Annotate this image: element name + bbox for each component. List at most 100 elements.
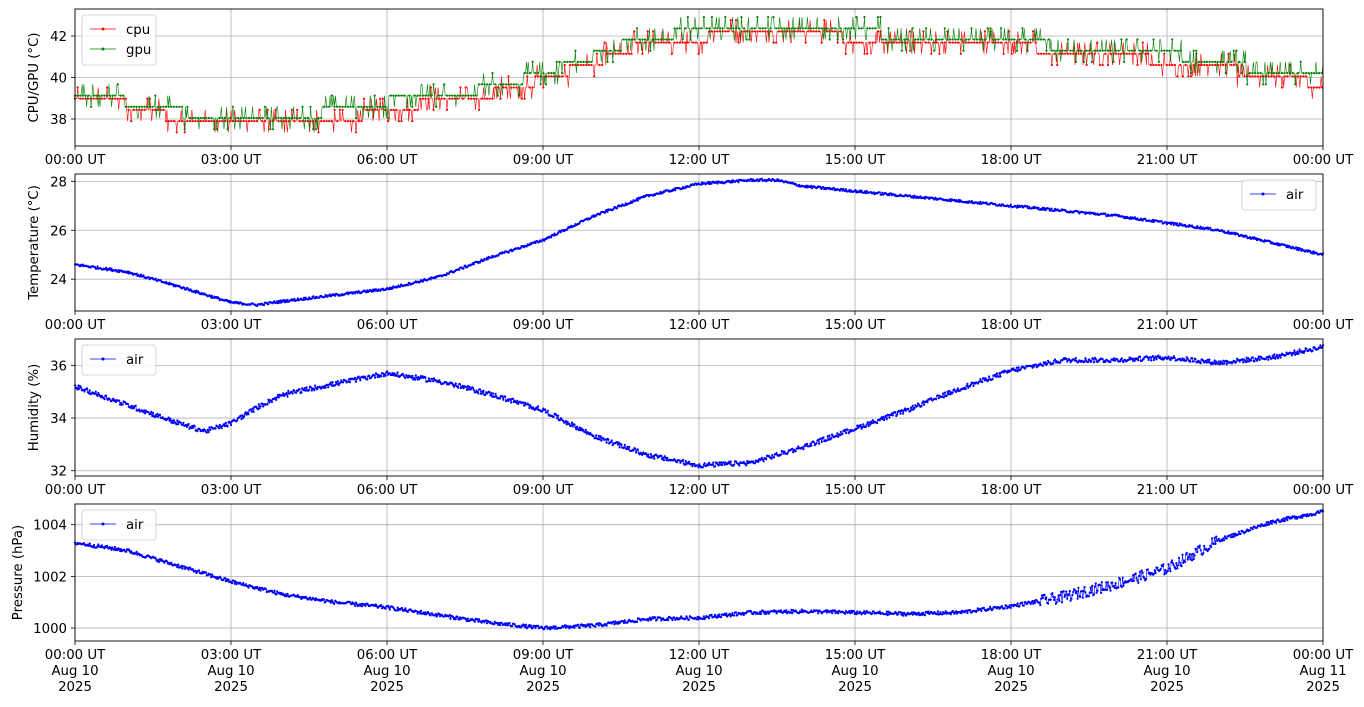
data-point xyxy=(507,75,510,78)
data-point xyxy=(576,623,580,626)
data-point xyxy=(1136,63,1139,67)
data-point xyxy=(322,120,325,123)
data-point xyxy=(737,181,740,184)
data-point xyxy=(837,435,840,438)
data-point xyxy=(75,386,78,389)
data-point xyxy=(623,443,626,446)
data-point xyxy=(158,560,161,564)
data-point xyxy=(530,624,533,627)
data-point xyxy=(919,38,922,41)
data-point xyxy=(1150,359,1153,362)
data-point xyxy=(304,116,307,120)
data-point xyxy=(930,38,933,41)
data-point xyxy=(213,128,216,131)
data-point xyxy=(177,423,180,426)
data-point xyxy=(965,38,968,41)
data-point xyxy=(528,86,532,89)
data-point xyxy=(547,75,550,78)
data-point xyxy=(427,377,430,380)
data-point xyxy=(1085,49,1088,52)
data-point xyxy=(172,105,176,108)
data-point xyxy=(801,30,805,33)
data-point xyxy=(1315,72,1318,75)
data-point xyxy=(404,607,407,610)
data-point xyxy=(864,425,868,428)
data-point xyxy=(1056,49,1059,52)
x-tick-label: 06:00 UT xyxy=(357,318,418,333)
data-point xyxy=(486,258,489,261)
data-point xyxy=(457,386,460,389)
data-point xyxy=(577,60,580,64)
data-point xyxy=(1037,38,1040,41)
data-point xyxy=(643,38,647,41)
data-point xyxy=(315,388,319,391)
data-point xyxy=(1189,72,1193,75)
data-point xyxy=(230,581,234,585)
data-point xyxy=(1040,52,1043,55)
data-point xyxy=(769,27,772,30)
data-point xyxy=(724,30,727,33)
data-point xyxy=(92,94,95,97)
data-point xyxy=(842,41,845,44)
x-tick-label: 18:00 UT xyxy=(981,483,1042,498)
data-point xyxy=(179,421,182,424)
data-point xyxy=(100,394,103,397)
data-point xyxy=(1181,60,1184,64)
data-point xyxy=(966,611,969,615)
data-point xyxy=(172,120,176,123)
data-point xyxy=(570,421,574,424)
data-point xyxy=(558,75,561,78)
data-point xyxy=(566,60,569,64)
data-point xyxy=(1149,49,1152,52)
series-gpu xyxy=(73,16,1324,131)
data-point xyxy=(529,404,532,407)
data-point xyxy=(1184,60,1187,64)
data-point xyxy=(630,38,633,41)
data-point xyxy=(384,607,387,610)
data-point xyxy=(250,116,253,120)
data-point xyxy=(852,41,855,44)
data-point xyxy=(1214,60,1217,64)
data-point xyxy=(555,60,558,64)
data-point xyxy=(594,625,597,628)
data-point xyxy=(620,443,623,446)
data-point xyxy=(614,52,617,55)
data-point xyxy=(1165,49,1168,52)
data-point xyxy=(794,450,797,453)
data-point xyxy=(815,27,818,30)
data-point xyxy=(156,105,160,108)
data-point xyxy=(1195,49,1198,52)
data-point xyxy=(539,83,542,86)
data-point xyxy=(760,177,764,180)
data-point xyxy=(911,404,914,407)
data-point xyxy=(341,381,345,384)
data-point xyxy=(1048,52,1051,55)
data-point xyxy=(725,612,728,615)
data-point xyxy=(310,389,313,392)
data-point xyxy=(757,460,760,463)
data-point xyxy=(1275,353,1279,357)
data-point xyxy=(777,27,780,30)
data-point xyxy=(649,453,653,456)
data-point xyxy=(584,428,587,431)
data-point xyxy=(1044,361,1047,364)
data-point xyxy=(1307,86,1310,89)
data-point xyxy=(997,38,1000,41)
data-point xyxy=(576,425,579,428)
data-point xyxy=(454,618,457,621)
data-point xyxy=(583,431,587,434)
data-point xyxy=(103,97,106,100)
data-point xyxy=(365,105,368,108)
data-point xyxy=(429,94,432,97)
data-point xyxy=(466,617,469,620)
data-point xyxy=(888,416,891,419)
data-point xyxy=(1088,52,1091,55)
data-point xyxy=(483,97,486,100)
data-point xyxy=(720,616,723,619)
data-point xyxy=(1096,41,1099,44)
x-tick-label: 09:00 UT xyxy=(513,318,574,333)
data-point xyxy=(892,38,896,41)
data-point xyxy=(1251,75,1254,78)
data-point xyxy=(844,27,847,30)
data-point xyxy=(336,380,339,383)
